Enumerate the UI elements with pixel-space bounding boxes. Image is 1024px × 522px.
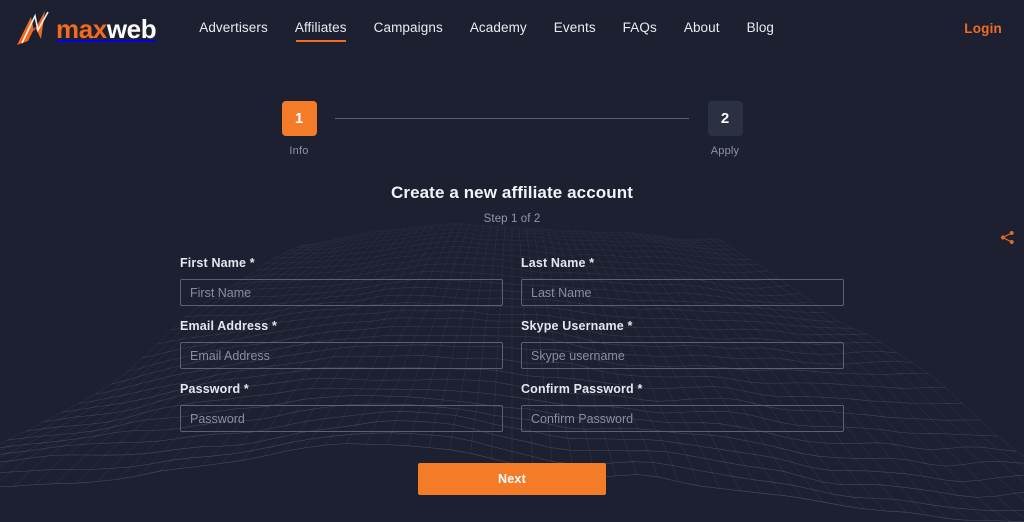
field-last-name: Last Name *	[521, 256, 844, 306]
last-name-input[interactable]	[521, 279, 844, 306]
step-indicator-text: Step 1 of 2	[483, 213, 541, 225]
password-input[interactable]	[180, 405, 503, 432]
brand-logo[interactable]: maxweb	[14, 9, 157, 49]
nav-item-blog[interactable]: Blog	[746, 15, 775, 42]
field-password: Password *	[180, 382, 503, 432]
affiliate-signup-form: First Name * Last Name * Email Address *…	[180, 243, 844, 432]
signup-page: 1 Info 2 Apply Create a new affiliate ac…	[0, 57, 1024, 495]
nav-item-affiliates[interactable]: Affiliates	[294, 15, 348, 42]
nav-item-about[interactable]: About	[683, 15, 721, 42]
first-name-input[interactable]	[180, 279, 503, 306]
field-email-address: Email Address *	[180, 319, 503, 369]
stepper-step-info[interactable]: 1 Info	[281, 101, 317, 157]
stepper-connector-line	[335, 118, 689, 119]
nav-item-faqs[interactable]: FAQs	[622, 15, 658, 42]
stepper-step-info-number: 1	[281, 101, 317, 136]
brand-wordmark: maxweb	[56, 13, 157, 44]
nav-item-academy[interactable]: Academy	[469, 15, 528, 42]
login-button[interactable]: Login	[964, 21, 1002, 36]
field-label-confirm-password: Confirm Password *	[521, 382, 643, 396]
stepper-step-apply[interactable]: 2 Apply	[707, 101, 743, 157]
site-header: maxweb Advertisers Affiliates Campaigns …	[0, 0, 1024, 57]
share-icon	[1000, 230, 1014, 244]
signup-stepper: 1 Info 2 Apply	[281, 101, 743, 157]
skype-username-input[interactable]	[521, 342, 844, 369]
field-confirm-password: Confirm Password *	[521, 382, 844, 432]
nav-item-events[interactable]: Events	[553, 15, 597, 42]
page-title: Create a new affiliate account	[390, 183, 634, 202]
stepper-step-apply-number: 2	[707, 101, 743, 136]
field-label-email-address: Email Address *	[180, 319, 277, 333]
submit-row: Next	[180, 463, 844, 495]
field-label-skype-username: Skype Username *	[521, 319, 633, 333]
brand-wordmark-web: web	[106, 13, 157, 44]
field-label-last-name: Last Name *	[521, 256, 595, 270]
field-first-name: First Name *	[180, 256, 503, 306]
lightning-chart-icon	[17, 10, 49, 45]
confirm-password-input[interactable]	[521, 405, 844, 432]
nav-item-advertisers[interactable]: Advertisers	[198, 15, 269, 42]
field-skype-username: Skype Username *	[521, 319, 844, 369]
email-address-input[interactable]	[180, 342, 503, 369]
share-rail[interactable]	[996, 222, 1018, 252]
next-button[interactable]: Next	[418, 463, 606, 495]
stepper-step-info-label: Info	[289, 145, 309, 157]
field-label-password: Password *	[180, 382, 249, 396]
main-navigation: Advertisers Affiliates Campaigns Academy…	[198, 15, 775, 42]
field-label-first-name: First Name *	[180, 256, 255, 270]
stepper-step-apply-label: Apply	[710, 145, 740, 157]
nav-item-campaigns[interactable]: Campaigns	[373, 15, 444, 42]
brand-wordmark-max: max	[56, 13, 107, 44]
